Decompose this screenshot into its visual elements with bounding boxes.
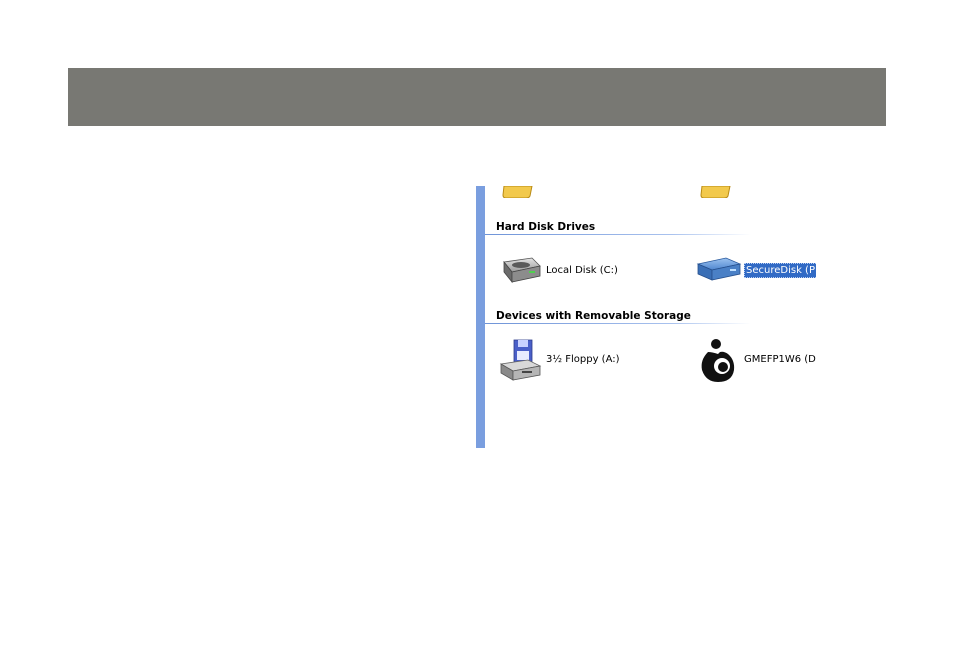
drive-label: Local Disk (C:) <box>546 265 618 276</box>
secure-disk-icon <box>696 257 742 281</box>
drive-securedisk-p[interactable]: SecureDisk (P:) <box>696 256 816 296</box>
header-bar <box>68 68 886 126</box>
group-header-removable-storage: Devices with Removable Storage <box>496 310 691 322</box>
folder-icon[interactable] <box>700 186 732 198</box>
drive-label: GMEFP1W6 (D:) <box>744 354 816 365</box>
group-header-hard-disk-drives: Hard Disk Drives <box>496 221 596 233</box>
drive-gmefp1w6-d[interactable]: GMEFP1W6 (D:) <box>698 338 816 382</box>
explorer-window: Hard Disk Drives Local Disk (C:) SecureD… <box>476 186 816 448</box>
hard-disk-icon <box>503 257 541 284</box>
floppy-drive-icon <box>499 339 542 381</box>
folder-icon[interactable] <box>502 186 534 198</box>
drive-local-disk-c[interactable]: Local Disk (C:) <box>498 256 648 296</box>
drive-label: 3½ Floppy (A:) <box>546 354 620 365</box>
drive-floppy-a[interactable]: 3½ Floppy (A:) <box>498 338 648 381</box>
cd-drive-icon <box>701 339 735 382</box>
drive-label: SecureDisk (P:) <box>744 263 816 278</box>
group-divider <box>485 234 751 235</box>
task-pane-edge <box>476 186 485 448</box>
group-divider <box>485 323 751 324</box>
